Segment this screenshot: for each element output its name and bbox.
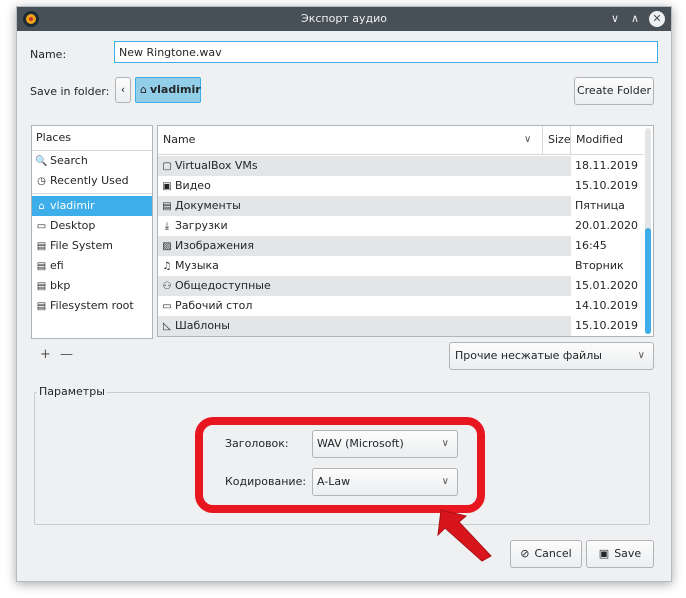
cancel-icon: ⊘ (520, 547, 530, 560)
cancel-label: Cancel (534, 547, 572, 560)
save-label: Save (614, 547, 642, 560)
export-audio-dialog: Экспорт аудио ∨ ∧ ✕ Name: Save in folder… (16, 6, 672, 582)
save-button[interactable]: ▣ Save (586, 540, 654, 568)
save-icon: ▣ (598, 547, 610, 560)
cancel-button[interactable]: ⊘ Cancel (510, 540, 582, 568)
red-arrow-annotation (437, 509, 492, 562)
